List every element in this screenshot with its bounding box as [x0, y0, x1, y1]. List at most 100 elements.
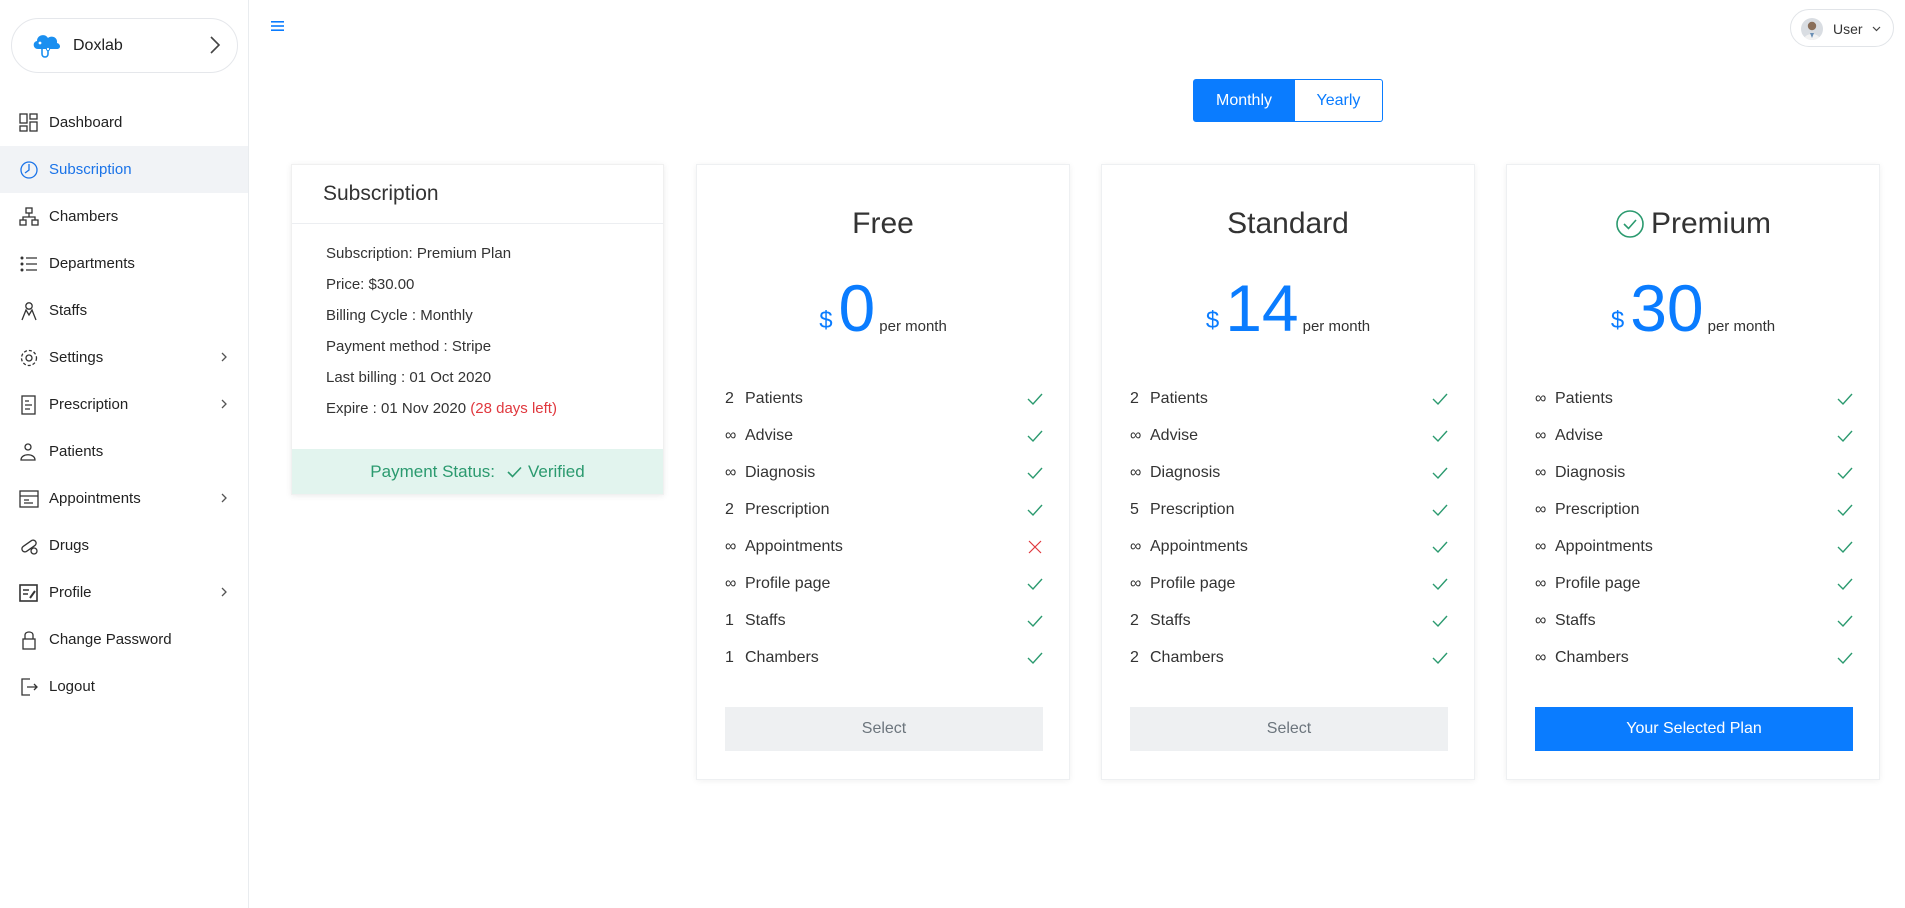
- expire-text: Expire : 01 Nov 2020: [326, 400, 467, 417]
- sidebar-item-profile[interactable]: Profile: [0, 569, 248, 616]
- brand-switcher[interactable]: Doxlab: [11, 18, 238, 73]
- check-icon: [1432, 652, 1448, 665]
- cross-icon: [1028, 540, 1042, 554]
- check-icon: [1432, 430, 1448, 443]
- sidebar-item-settings[interactable]: Settings: [0, 334, 248, 381]
- sidebar-item-subscription[interactable]: Subscription: [0, 146, 248, 193]
- sidebar-nav: Dashboard Subscription Chambers Departments…: [0, 99, 248, 710]
- price-amount: 0: [838, 271, 876, 345]
- feature-quantity: ∞: [725, 575, 737, 592]
- feature-row: ∞ Diagnosis: [1535, 462, 1853, 486]
- sidebar-item-label: Logout: [49, 678, 95, 695]
- feature-label: Profile page: [745, 575, 831, 592]
- chevron-right-icon: [221, 587, 227, 597]
- chevron-down-icon: [1872, 26, 1881, 32]
- check-icon: [1837, 467, 1853, 480]
- user-menu[interactable]: User: [1790, 9, 1894, 47]
- feature-quantity: ∞: [1130, 427, 1142, 444]
- select-plan-button[interactable]: Select: [1130, 707, 1448, 751]
- feature-quantity: 2: [1130, 649, 1139, 666]
- check-icon: [1432, 467, 1448, 480]
- plan-price: $0 per month: [697, 275, 1069, 341]
- feature-quantity: ∞: [1535, 649, 1547, 666]
- feature-row: ∞ Profile page: [1535, 573, 1853, 597]
- expire-line: Expire : 01 Nov 2020 (28 days left): [326, 400, 557, 417]
- staffs-icon: [21, 302, 37, 321]
- feature-quantity: ∞: [1130, 575, 1142, 592]
- check-icon: [1027, 430, 1043, 443]
- feature-row: ∞ Patients: [1535, 388, 1853, 412]
- feature-label: Prescription: [1150, 501, 1235, 518]
- feature-row: ∞ Diagnosis: [725, 462, 1043, 486]
- avatar: [1801, 18, 1823, 40]
- sidebar-item-drugs[interactable]: Drugs: [0, 522, 248, 569]
- plan-card-standard: Standard $14 per month 2 Patients ∞ Advise ∞ Dia…: [1101, 164, 1475, 780]
- chambers-icon: [19, 207, 39, 226]
- feature-label: Patients: [1150, 390, 1208, 407]
- feature-quantity: ∞: [1535, 612, 1547, 629]
- sidebar-item-appointments[interactable]: Appointments: [0, 475, 248, 522]
- feature-row: 2 Patients: [725, 388, 1043, 412]
- feature-row: ∞ Diagnosis: [1130, 462, 1448, 486]
- feature-quantity: ∞: [1535, 427, 1547, 444]
- feature-label: Diagnosis: [1555, 464, 1626, 481]
- yearly-toggle-button[interactable]: Yearly: [1295, 79, 1383, 122]
- sidebar-item-change-password[interactable]: Change Password: [0, 616, 248, 663]
- currency-symbol: $: [819, 307, 833, 334]
- check-icon: [507, 466, 522, 478]
- sidebar-item-label: Settings: [49, 349, 104, 366]
- sidebar-item-label: Prescription: [49, 396, 129, 413]
- check-icon: [1837, 504, 1853, 517]
- prescription-icon: [21, 395, 36, 415]
- chevron-right-icon: [210, 36, 221, 54]
- monthly-toggle-button[interactable]: Monthly: [1193, 79, 1295, 122]
- select-plan-button[interactable]: Select: [725, 707, 1043, 751]
- feature-row: ∞ Chambers: [1535, 647, 1853, 671]
- plan-card-premium: Premium $30 per month ∞ Patients ∞ Advise ∞ Diag…: [1506, 164, 1880, 780]
- feature-quantity: ∞: [725, 538, 737, 555]
- price-period: per month: [1302, 318, 1371, 335]
- lock-icon: [22, 631, 36, 650]
- price-period: per month: [1707, 318, 1776, 335]
- sidebar-item-logout[interactable]: Logout: [0, 663, 248, 710]
- subscription-plan-text: Subscription: Premium Plan: [326, 245, 512, 262]
- sidebar-item-label: Change Password: [49, 631, 172, 648]
- plan-price: $14 per month: [1102, 275, 1474, 341]
- check-icon: [1027, 652, 1043, 665]
- menu-toggle-icon[interactable]: [271, 20, 285, 32]
- price-period: per month: [879, 318, 947, 335]
- logout-icon: [21, 678, 38, 696]
- sidebar: Doxlab Dashboard Subscription Chambers Depa…: [0, 0, 249, 908]
- feature-label: Chambers: [745, 649, 819, 666]
- payment-status-value: Verified: [528, 461, 585, 481]
- feature-label: Staffs: [745, 612, 786, 629]
- feature-row: ∞ Advise: [1130, 425, 1448, 449]
- sidebar-item-chambers[interactable]: Chambers: [0, 193, 248, 240]
- feature-row: 2 Patients: [1130, 388, 1448, 412]
- sidebar-item-label: Departments: [49, 255, 135, 272]
- plan-name: Premium: [1650, 207, 1771, 240]
- feature-row: ∞ Appointments: [725, 536, 1043, 560]
- subscription-icon: [20, 161, 38, 179]
- check-icon: [1432, 393, 1448, 406]
- check-icon: [1027, 578, 1043, 591]
- plan-title: Premium: [1507, 207, 1879, 241]
- feature-quantity: ∞: [725, 464, 737, 481]
- sidebar-item-staffs[interactable]: Staffs: [0, 287, 248, 334]
- feature-label: Chambers: [1150, 649, 1224, 666]
- appointments-icon: [19, 490, 39, 508]
- feature-row: 2 Chambers: [1130, 647, 1448, 671]
- settings-icon: [20, 349, 38, 367]
- sidebar-item-patients[interactable]: Patients: [0, 428, 248, 475]
- feature-row: 2 Prescription: [725, 499, 1043, 523]
- payment-status-label: Payment Status:: [370, 461, 496, 481]
- sidebar-item-dashboard[interactable]: Dashboard: [0, 99, 248, 146]
- feature-quantity: ∞: [1535, 390, 1547, 407]
- check-icon: [1837, 615, 1853, 628]
- feature-quantity: ∞: [1535, 575, 1547, 592]
- sidebar-item-departments[interactable]: Departments: [0, 240, 248, 287]
- your-selected-plan-button[interactable]: Your Selected Plan: [1535, 707, 1853, 751]
- feature-quantity: 2: [725, 390, 734, 407]
- check-icon: [1027, 504, 1043, 517]
- sidebar-item-prescription[interactable]: Prescription: [0, 381, 248, 428]
